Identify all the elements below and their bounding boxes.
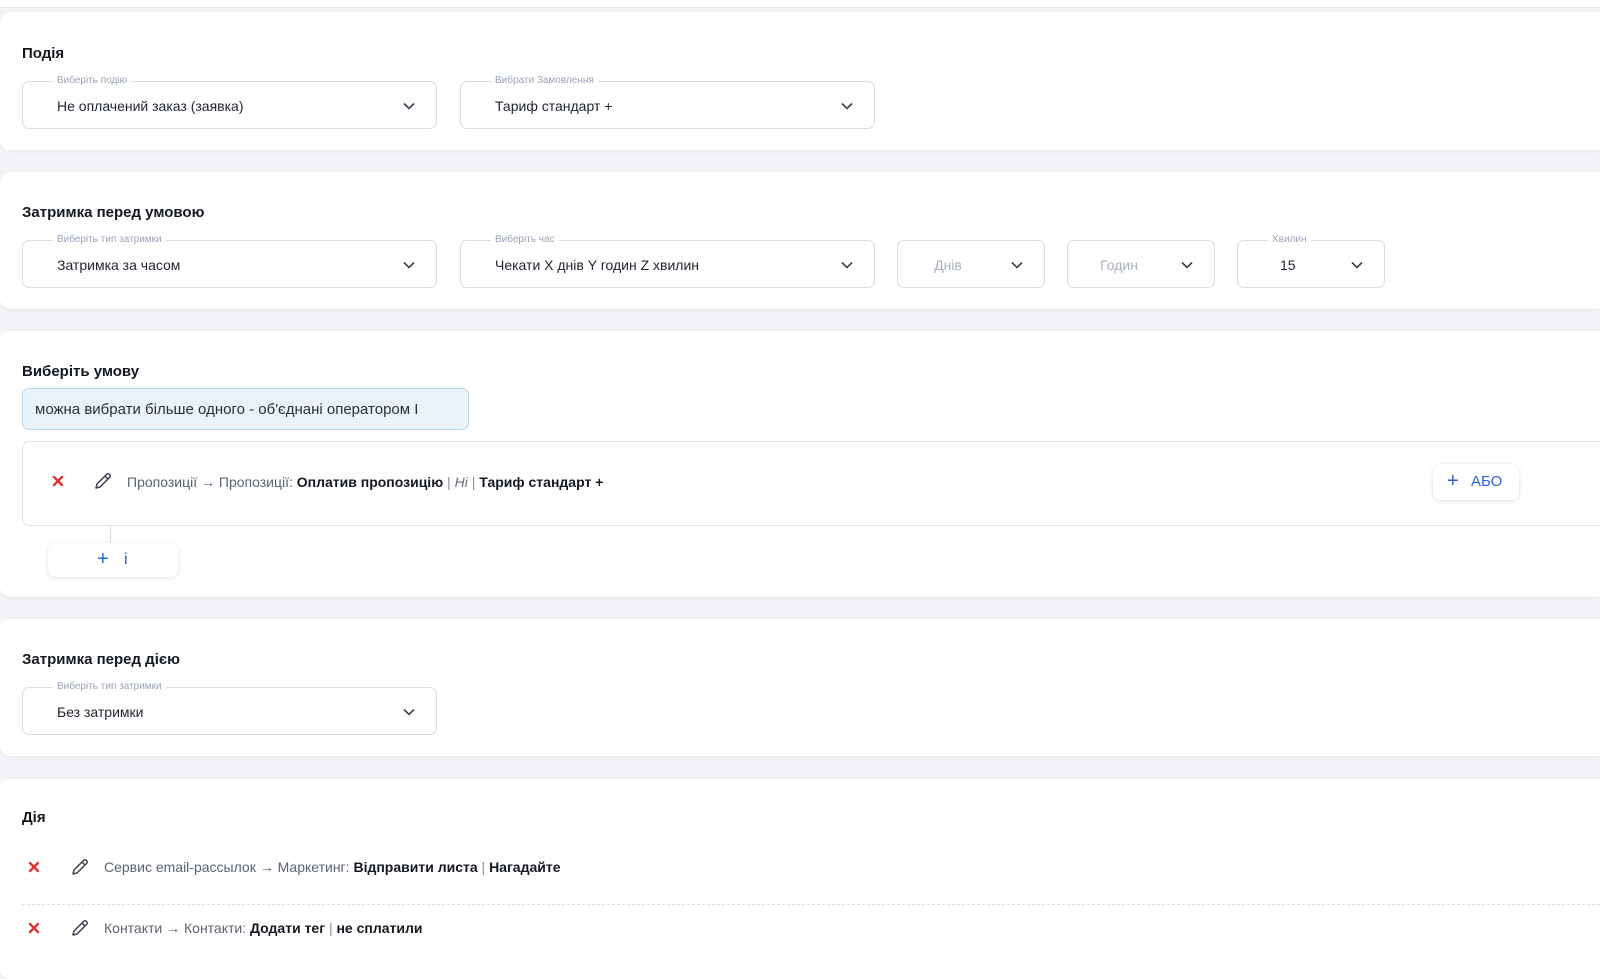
chevron-down-icon xyxy=(1181,261,1193,269)
action-item-text: Сервис email-рассылок → Маркетинг: Відпр… xyxy=(104,859,561,875)
condition-group: Пропозиції → Пропозиції: Оплатив пропози… xyxy=(22,441,1600,526)
action-target: Нагадайте xyxy=(489,859,561,875)
add-or-button[interactable]: + АБО xyxy=(1433,464,1519,500)
action-target: не сплатили xyxy=(336,920,423,936)
action-delay-type-select[interactable]: Виберіть тип затримки Без затримки xyxy=(22,680,437,735)
action-delay-type-value: Без затримки xyxy=(57,704,144,720)
delay-before-condition-card: Затримка перед умовою Виберіть тип затри… xyxy=(0,172,1600,309)
hours-select[interactable]: Годин xyxy=(1067,240,1215,288)
action-name: Відправити листа xyxy=(353,859,478,875)
rule-action: Оплатив пропозицію xyxy=(296,474,444,490)
condition-hint-box: можна вибрати більше одного - об'єднані … xyxy=(22,388,469,430)
top-bar xyxy=(0,0,1600,8)
rule-path: Пропозиції → Пропозиції: xyxy=(127,474,293,490)
chevron-down-icon xyxy=(403,102,415,110)
action-item: Сервис email-рассылок → Маркетинг: Відпр… xyxy=(22,841,1600,901)
delay-type-label: Виберіть тип затримки xyxy=(53,233,166,247)
event-select-label: Виберіть подію xyxy=(53,74,132,88)
chevron-down-icon xyxy=(1011,261,1023,269)
rule-negation: Ні xyxy=(454,474,468,490)
delay-before-condition-title: Затримка перед умовою xyxy=(22,204,205,221)
chevron-down-icon xyxy=(403,708,415,716)
delete-icon[interactable] xyxy=(27,921,41,935)
action-section-title: Дія xyxy=(22,809,46,826)
condition-section-title: Виберіть умову xyxy=(22,363,140,380)
delay-type-select[interactable]: Виберіть тип затримки Затримка за часом xyxy=(22,233,437,288)
action-path: Сервис email-рассылок → Маркетинг: xyxy=(104,859,350,875)
condition-hint-text: можна вибрати більше одного - об'єднані … xyxy=(35,401,419,418)
chevron-down-icon xyxy=(841,261,853,269)
delay-time-value: Чекати X днів Y годин Z хвилин xyxy=(495,257,699,273)
event-card: Подія Виберіть подію Не оплачений заказ … xyxy=(0,12,1600,150)
minutes-label: Хвилин xyxy=(1268,233,1311,247)
chevron-down-icon xyxy=(403,261,415,269)
delay-before-action-card: Затримка перед дією Виберіть тип затримк… xyxy=(0,619,1600,756)
and-button-label: і xyxy=(124,551,128,568)
delay-type-value: Затримка за часом xyxy=(57,257,181,273)
hours-placeholder: Годин xyxy=(1100,257,1138,273)
order-select[interactable]: Вибрати Замовлення Тариф стандарт + xyxy=(460,74,875,129)
days-placeholder: Днів xyxy=(934,257,962,273)
edit-icon[interactable] xyxy=(93,471,113,491)
rule-target: Тариф стандарт + xyxy=(479,474,604,490)
delay-time-label: Виберіть час xyxy=(491,233,559,247)
delay-time-select[interactable]: Виберіть час Чекати X днів Y годин Z хви… xyxy=(460,233,875,288)
action-delay-type-label: Виберіть тип затримки xyxy=(53,680,166,694)
action-card: Дія Сервис email-рассылок → Маркетинг: В… xyxy=(0,779,1600,979)
add-and-button[interactable]: + і xyxy=(48,543,178,577)
action-name: Додати тег xyxy=(250,920,326,936)
or-button-label: АБО xyxy=(1471,473,1503,490)
order-select-label: Вибрати Замовлення xyxy=(491,74,598,88)
delay-before-action-title: Затримка перед дією xyxy=(22,651,180,668)
days-select[interactable]: Днів xyxy=(897,240,1045,288)
plus-icon: + xyxy=(1447,470,1459,492)
order-select-value: Тариф стандарт + xyxy=(495,98,613,114)
edit-icon[interactable] xyxy=(70,918,90,938)
plus-icon: + xyxy=(97,548,109,570)
condition-rule-text: Пропозиції → Пропозиції: Оплатив пропози… xyxy=(127,474,604,490)
action-path: Контакти → Контакти: xyxy=(104,920,247,936)
chevron-down-icon xyxy=(1351,261,1363,269)
chevron-down-icon xyxy=(841,102,853,110)
minutes-select[interactable]: Хвилин 15 xyxy=(1237,233,1385,288)
event-select-value: Не оплачений заказ (заявка) xyxy=(57,98,244,114)
delete-icon[interactable] xyxy=(27,860,41,874)
minutes-value: 15 xyxy=(1280,257,1296,273)
action-item: Контакти → Контакти: Додати тег | не спл… xyxy=(22,903,1600,963)
condition-card: Виберіть умову можна вибрати більше одно… xyxy=(0,331,1600,597)
connector-line xyxy=(110,526,111,544)
edit-icon[interactable] xyxy=(70,857,90,877)
delete-icon[interactable] xyxy=(51,474,65,488)
event-section-title: Подія xyxy=(22,45,65,62)
action-item-text: Контакти → Контакти: Додати тег | не спл… xyxy=(104,920,423,936)
event-select[interactable]: Виберіть подію Не оплачений заказ (заявк… xyxy=(22,74,437,129)
